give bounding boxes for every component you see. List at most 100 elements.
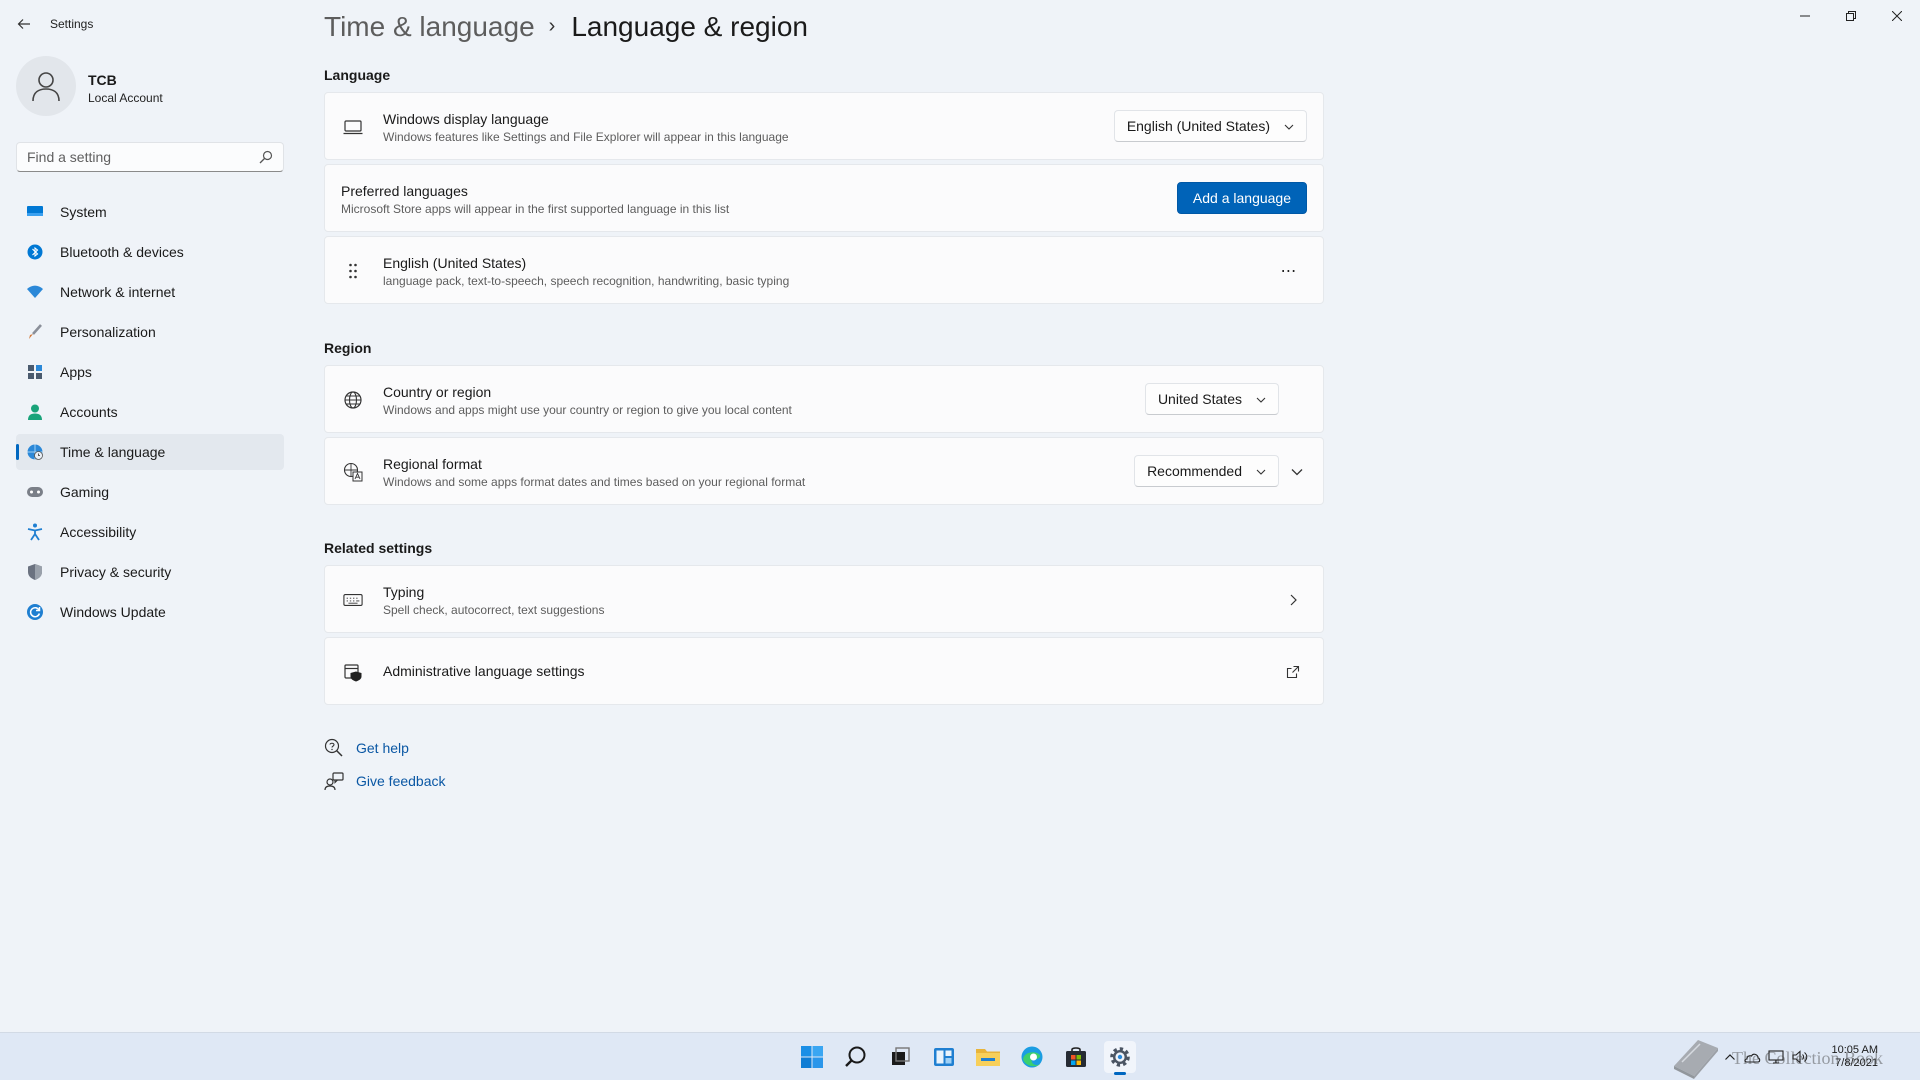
sidebar-item-windows-update[interactable]: Windows Update — [16, 594, 284, 630]
search-input[interactable] — [27, 143, 247, 171]
accessibility-icon — [26, 523, 44, 541]
sidebar-nav: System Bluetooth & devices Network & int… — [16, 194, 284, 634]
person-icon — [32, 72, 60, 102]
display-language-subtitle: Windows features like Settings and File … — [383, 130, 789, 144]
settings-icon[interactable] — [1104, 1041, 1136, 1075]
sidebar-item-label: Time & language — [60, 444, 166, 460]
drag-handle-icon[interactable] — [343, 261, 363, 281]
taskbar: 10:05 AM 7/8/2021 — [0, 1032, 1920, 1080]
regional-format-dropdown[interactable]: Recommended — [1134, 455, 1279, 487]
preferred-languages-title: Preferred languages — [341, 183, 468, 199]
sidebar-item-network[interactable]: Network & internet — [16, 274, 284, 310]
sidebar-item-label: Network & internet — [60, 284, 176, 300]
language-features: language pack, text-to-speech, speech re… — [383, 274, 790, 288]
edge-icon[interactable] — [1016, 1041, 1048, 1073]
breadcrumb-parent[interactable]: Time & language — [324, 11, 535, 42]
brush-icon — [26, 323, 44, 341]
sidebar-item-label: Windows Update — [60, 604, 166, 620]
chevron-down-icon — [1256, 397, 1266, 403]
sidebar-item-privacy[interactable]: Privacy & security — [16, 554, 284, 590]
watermark: The Collection Book — [1668, 1036, 1898, 1080]
sidebar-item-label: Bluetooth & devices — [60, 244, 184, 260]
sidebar-item-label: Apps — [60, 364, 92, 380]
get-help-label: Get help — [356, 740, 409, 756]
sidebar-item-label: Accessibility — [60, 524, 137, 540]
display-language-card: Windows display language Windows feature… — [324, 92, 1324, 160]
profile-account-type: Local Account — [88, 91, 163, 105]
update-icon — [26, 603, 44, 621]
settings-window: Settings TCB Local Account System Blueto… — [0, 0, 1920, 1032]
book-icon — [1674, 1040, 1718, 1079]
display-language-title: Windows display language — [383, 111, 549, 127]
close-icon — [1892, 11, 1902, 21]
globe-icon — [343, 390, 363, 410]
system-icon — [26, 203, 44, 221]
more-options-button[interactable]: ⋯ — [1273, 259, 1305, 283]
globe-clock-icon — [26, 443, 44, 461]
widgets-icon[interactable] — [928, 1041, 960, 1073]
close-button[interactable] — [1874, 0, 1920, 32]
preferred-languages-card: Preferred languages Microsoft Store apps… — [324, 164, 1324, 232]
app-title: Settings — [50, 17, 94, 31]
regional-format-title: Regional format — [383, 456, 482, 472]
preferred-languages-subtitle: Microsoft Store apps will appear in the … — [341, 202, 730, 216]
display-language-dropdown[interactable]: English (United States) — [1113, 110, 1307, 142]
country-region-dropdown[interactable]: United States — [1144, 383, 1279, 415]
sidebar-item-time-language[interactable]: Time & language — [16, 434, 284, 470]
wifi-icon — [26, 283, 44, 301]
admin-shield-icon — [343, 662, 363, 682]
search-box[interactable] — [16, 142, 284, 172]
watermark-text: The Collection Book — [1732, 1048, 1883, 1068]
sidebar-item-label: Accounts — [60, 404, 118, 420]
keyboard-icon — [343, 590, 363, 610]
sidebar-item-personalization[interactable]: Personalization — [16, 314, 284, 350]
typing-title: Typing — [383, 584, 425, 600]
country-region-subtitle: Windows and apps might use your country … — [383, 403, 792, 417]
search-icon — [259, 150, 273, 164]
chevron-down-icon — [1284, 124, 1294, 130]
back-arrow-icon — [17, 19, 30, 29]
feedback-icon — [324, 772, 344, 791]
sidebar-item-bluetooth[interactable]: Bluetooth & devices — [16, 234, 284, 270]
dropdown-value: United States — [1157, 391, 1242, 407]
typing-subtitle: Spell check, autocorrect, text suggestio… — [383, 603, 605, 617]
country-region-card: Country or region Windows and apps might… — [324, 365, 1324, 433]
typing-card[interactable]: Typing Spell check, autocorrect, text su… — [324, 565, 1324, 633]
section-title-region: Region — [324, 340, 372, 356]
expand-button[interactable] — [1285, 460, 1309, 484]
title-bar: Settings — [0, 0, 1920, 48]
restore-button[interactable] — [1828, 0, 1874, 32]
page-title: Language & region — [571, 11, 808, 42]
chevron-down-icon — [1291, 469, 1303, 476]
external-link-icon — [1283, 662, 1303, 682]
file-explorer-icon[interactable] — [972, 1041, 1004, 1073]
start-icon[interactable] — [796, 1041, 828, 1073]
back-button[interactable] — [10, 10, 38, 38]
sidebar-item-gaming[interactable]: Gaming — [16, 474, 284, 510]
section-title-language: Language — [324, 67, 391, 83]
minimize-button[interactable] — [1782, 0, 1828, 32]
bluetooth-icon — [26, 243, 44, 261]
admin-language-card[interactable]: Administrative language settings — [324, 637, 1324, 705]
task-view-icon[interactable] — [884, 1041, 916, 1073]
regional-format-card[interactable]: Regional format Windows and some apps fo… — [324, 437, 1324, 505]
dropdown-value: Recommended — [1147, 463, 1242, 479]
sidebar-item-accounts[interactable]: Accounts — [16, 394, 284, 430]
sidebar-item-accessibility[interactable]: Accessibility — [16, 514, 284, 550]
language-name: English (United States) — [383, 255, 527, 271]
breadcrumb-separator: › — [548, 15, 556, 37]
section-title-related: Related settings — [324, 540, 433, 556]
give-feedback-label: Give feedback — [356, 773, 446, 789]
user-profile[interactable]: TCB Local Account — [16, 56, 286, 118]
gamepad-icon — [26, 483, 44, 501]
apps-icon — [26, 363, 44, 381]
sidebar-item-system[interactable]: System — [16, 194, 284, 230]
sidebar-item-label: System — [60, 204, 107, 220]
sidebar-item-apps[interactable]: Apps — [16, 354, 284, 390]
store-icon[interactable] — [1060, 1041, 1092, 1073]
sidebar-item-label: Personalization — [60, 324, 156, 340]
taskbar-search-icon[interactable] — [840, 1041, 872, 1073]
add-language-button[interactable]: Add a language — [1176, 182, 1307, 214]
chevron-right-icon — [1283, 590, 1303, 610]
admin-language-title: Administrative language settings — [383, 663, 585, 679]
